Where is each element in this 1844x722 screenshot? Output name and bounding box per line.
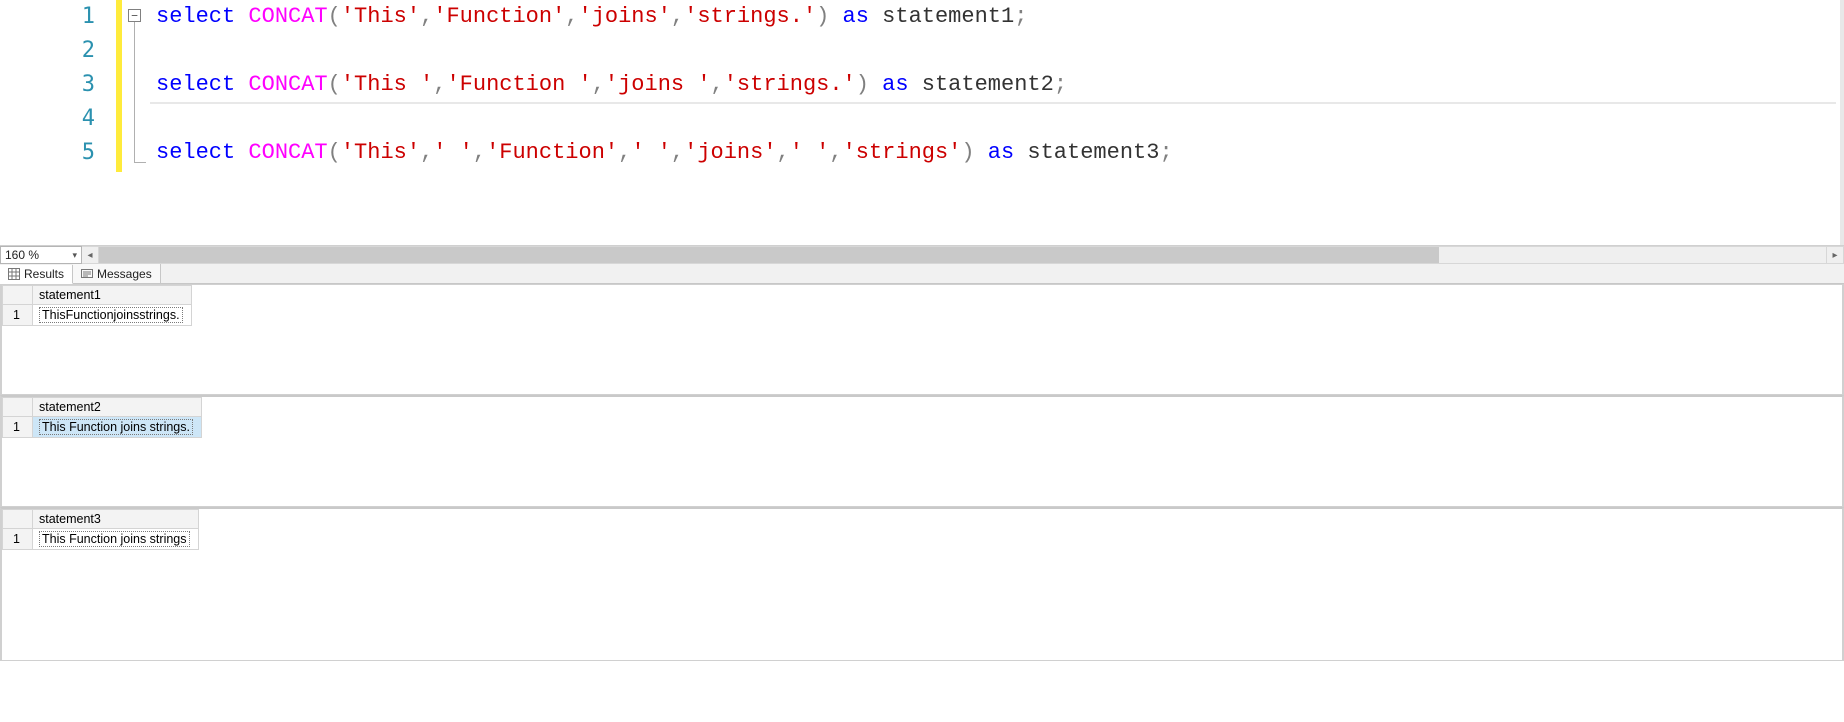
pane-whitespace [2, 550, 1842, 660]
grid-corner[interactable] [3, 510, 33, 529]
editor-horizontal-scrollbar[interactable]: ◂ ▸ [82, 246, 1844, 264]
table-row[interactable]: 1 This Function joins strings. [3, 417, 202, 438]
code-line[interactable]: select CONCAT('This',' ','Function',' ',… [150, 136, 1836, 170]
row-number[interactable]: 1 [3, 529, 33, 550]
cell-value[interactable]: This Function joins strings. [33, 417, 202, 438]
line-number-gutter: 1 2 3 4 5 [0, 0, 115, 245]
editor-footer-bar: 160 % ▾ ◂ ▸ [0, 245, 1844, 263]
results-container: statement1 1 ThisFunctionjoinsstrings. s… [0, 284, 1844, 661]
code-line[interactable] [150, 102, 1836, 104]
zoom-level-value: 160 % [5, 248, 39, 262]
code-area[interactable]: select CONCAT('This','Function','joins',… [150, 0, 1836, 245]
tab-messages-label: Messages [97, 267, 152, 281]
fold-toggle-icon[interactable]: − [128, 9, 141, 22]
grid-icon [8, 268, 20, 280]
table-row[interactable]: 1 ThisFunctionjoinsstrings. [3, 305, 192, 326]
line-number[interactable]: 3 [35, 72, 95, 97]
result-grid-2[interactable]: statement2 1 This Function joins strings… [2, 397, 202, 438]
tab-messages[interactable]: Messages [73, 264, 161, 283]
column-header[interactable]: statement2 [33, 398, 202, 417]
scroll-right-button[interactable]: ▸ [1826, 247, 1843, 263]
pane-whitespace [2, 326, 1842, 394]
result-grid-3[interactable]: statement3 1 This Function joins strings [2, 509, 199, 550]
grid-corner[interactable] [3, 398, 33, 417]
result-grid-1[interactable]: statement1 1 ThisFunctionjoinsstrings. [2, 285, 192, 326]
line-number[interactable]: 2 [35, 38, 95, 63]
line-number[interactable]: 5 [35, 140, 95, 165]
result-pane-3: statement3 1 This Function joins strings [0, 507, 1844, 661]
column-header[interactable]: statement1 [33, 286, 192, 305]
pane-whitespace [2, 438, 1842, 506]
fold-guide-end [134, 162, 146, 163]
result-pane-1: statement1 1 ThisFunctionjoinsstrings. [0, 284, 1844, 395]
chevron-down-icon: ▾ [72, 250, 77, 261]
tab-results[interactable]: Results [0, 265, 73, 284]
cell-value[interactable]: ThisFunctionjoinsstrings. [33, 305, 192, 326]
result-pane-2: statement2 1 This Function joins strings… [0, 395, 1844, 507]
code-line[interactable]: select CONCAT('This ','Function ','joins… [150, 68, 1836, 102]
fold-guide-line [134, 22, 135, 162]
results-tab-bar: Results Messages [0, 263, 1844, 284]
tab-results-label: Results [24, 267, 64, 281]
line-number[interactable]: 1 [35, 4, 95, 29]
code-line[interactable]: select CONCAT('This','Function','joins',… [150, 0, 1836, 34]
editor-vertical-scrollbar[interactable] [1840, 0, 1844, 245]
row-number[interactable]: 1 [3, 305, 33, 326]
scroll-left-button[interactable]: ◂ [82, 247, 99, 263]
zoom-level-dropdown[interactable]: 160 % ▾ [0, 246, 82, 264]
grid-corner[interactable] [3, 286, 33, 305]
change-marker [116, 0, 122, 172]
cell-value[interactable]: This Function joins strings [33, 529, 199, 550]
sql-editor[interactable]: 1 2 3 4 5 − select CONCAT('This','Function',… [0, 0, 1844, 245]
column-header[interactable]: statement3 [33, 510, 199, 529]
table-row[interactable]: 1 This Function joins strings [3, 529, 199, 550]
scroll-thumb[interactable] [99, 247, 1439, 263]
line-number[interactable]: 4 [35, 106, 95, 131]
row-number[interactable]: 1 [3, 417, 33, 438]
messages-icon [81, 268, 93, 280]
